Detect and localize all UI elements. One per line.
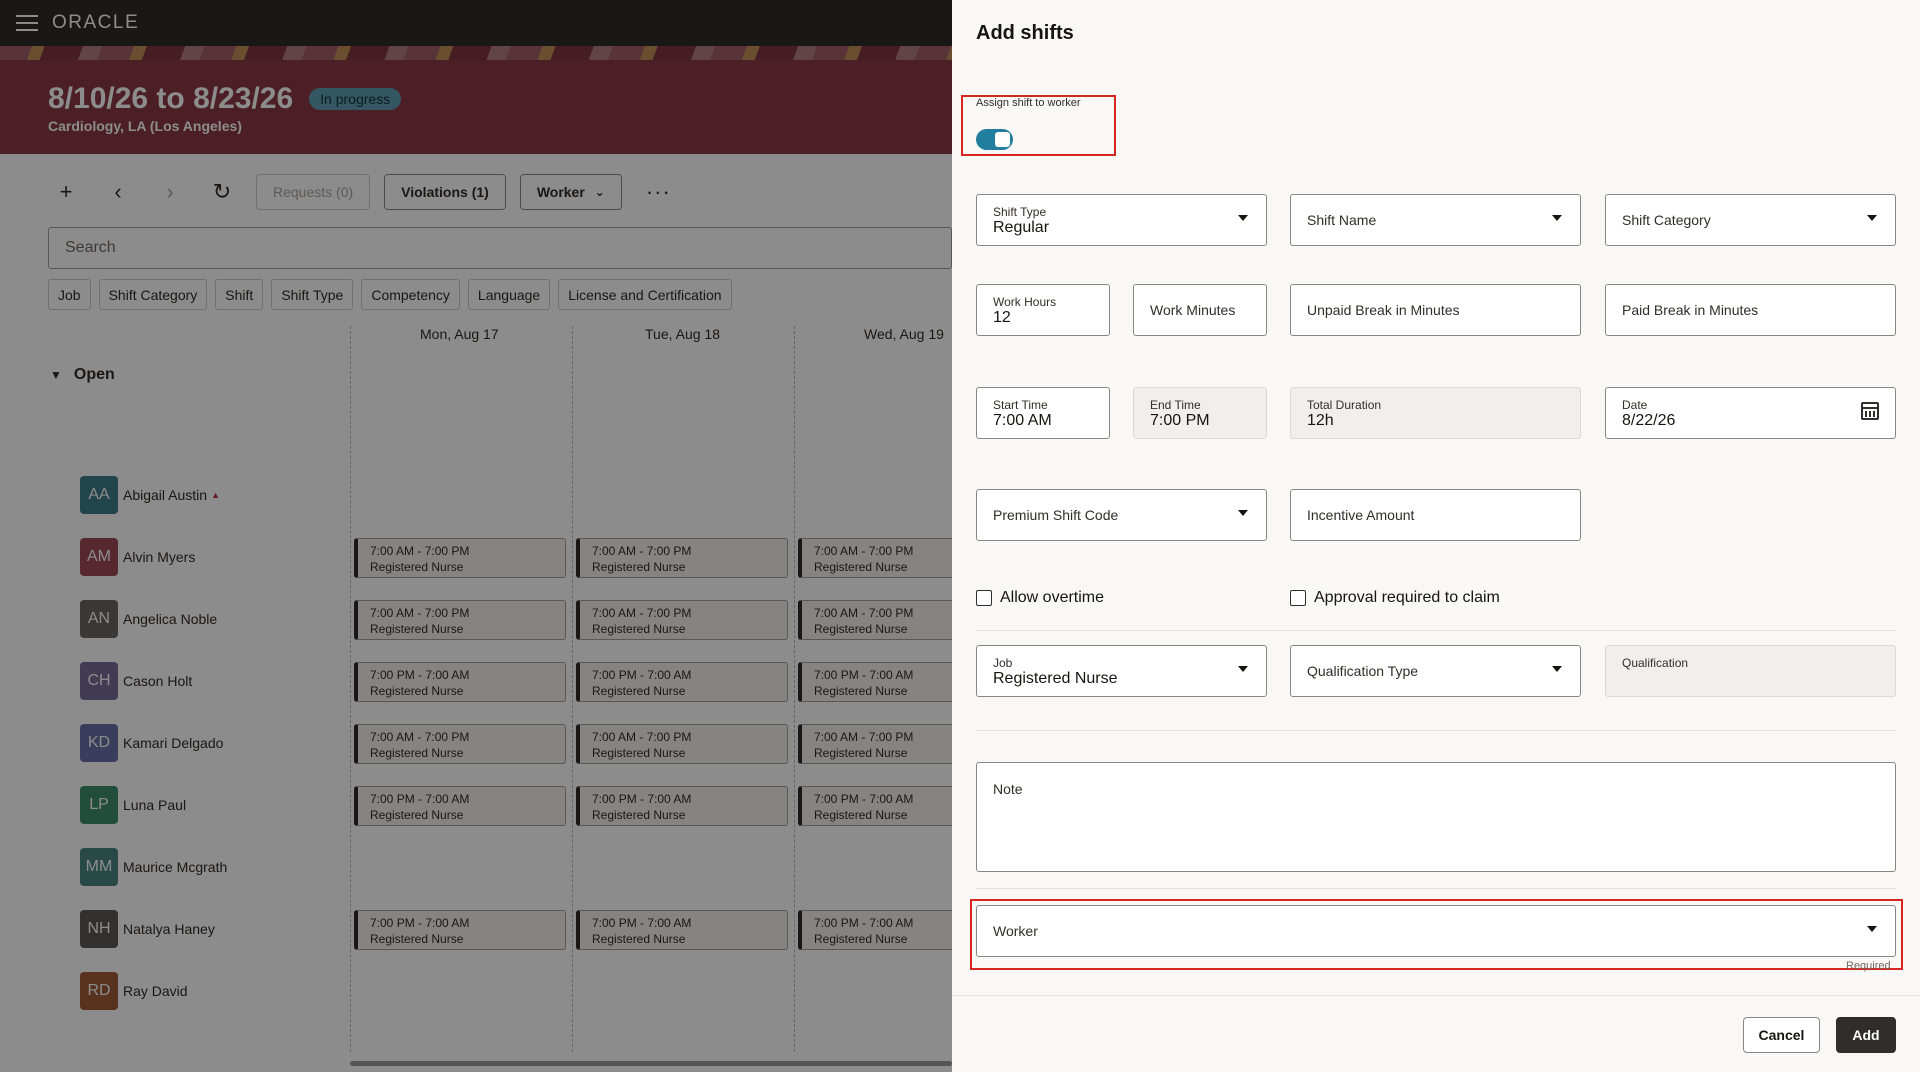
shift-type-label: Shift Type (993, 205, 1047, 219)
shift-category-select[interactable]: Shift Category (1605, 194, 1896, 246)
paid-break-field[interactable]: Paid Break in Minutes (1605, 284, 1896, 336)
worker-select[interactable]: Worker (976, 905, 1896, 957)
assign-shift-label: Assign shift to worker (976, 97, 1081, 109)
dropdown-arrow-icon (1238, 666, 1248, 672)
dropdown-arrow-icon (1867, 215, 1877, 221)
schedule-app: ORACLE 8/10/26 to 8/23/26 In progress Ca… (0, 0, 952, 1072)
job-label: Job (993, 656, 1013, 670)
cancel-button[interactable]: Cancel (1743, 1017, 1820, 1053)
shift-name-label: Shift Name (1307, 212, 1377, 228)
calendar-icon[interactable] (1861, 402, 1879, 420)
work-minutes-label: Work Minutes (1150, 302, 1236, 318)
start-time-field[interactable]: Start Time 7:00 AM (976, 387, 1110, 439)
date-field[interactable]: Date 8/22/26 (1605, 387, 1896, 439)
shift-type-select[interactable]: Shift Type Regular (976, 194, 1267, 246)
shift-category-label: Shift Category (1622, 212, 1711, 228)
unpaid-break-label: Unpaid Break in Minutes (1307, 302, 1460, 318)
shift-type-value: Regular (993, 219, 1050, 236)
work-hours-value: 12 (993, 309, 1011, 326)
qualification-field: Qualification (1605, 645, 1896, 697)
add-shifts-drawer: Add shifts Assign shift to worker Shift … (952, 0, 1920, 1072)
dropdown-arrow-icon (1552, 666, 1562, 672)
qualification-label: Qualification (1622, 656, 1689, 670)
end-time-value: 7:00 PM (1150, 412, 1210, 429)
date-label: Date (1622, 398, 1648, 412)
dropdown-arrow-icon (1238, 215, 1248, 221)
end-time-field: End Time 7:00 PM (1133, 387, 1267, 439)
note-textarea[interactable]: Note (976, 762, 1896, 872)
incentive-amount-field[interactable]: Incentive Amount (1290, 489, 1581, 541)
dropdown-arrow-icon (1238, 510, 1248, 516)
assign-shift-toggle[interactable] (976, 129, 1013, 150)
dropdown-arrow-icon (1867, 926, 1877, 932)
section-divider (976, 630, 1896, 631)
date-value: 8/22/26 (1622, 412, 1676, 429)
section-divider (976, 888, 1896, 889)
modal-overlay[interactable] (0, 0, 952, 1072)
allow-overtime-checkbox[interactable]: Allow overtime (976, 589, 1104, 607)
section-divider (976, 730, 1896, 731)
worker-label: Worker (993, 923, 1038, 939)
premium-shift-code-select[interactable]: Premium Shift Code (976, 489, 1267, 541)
note-label: Note (993, 781, 1023, 797)
qualification-type-select[interactable]: Qualification Type (1290, 645, 1581, 697)
paid-break-label: Paid Break in Minutes (1622, 302, 1759, 318)
total-duration-value: 12h (1307, 412, 1334, 429)
required-hint: Required (1846, 960, 1891, 972)
job-value: Registered Nurse (993, 670, 1118, 687)
job-select[interactable]: Job Registered Nurse (976, 645, 1267, 697)
work-hours-label: Work Hours (993, 295, 1057, 309)
start-time-label: Start Time (993, 398, 1048, 412)
premium-shift-code-label: Premium Shift Code (993, 507, 1119, 523)
dropdown-arrow-icon (1552, 215, 1562, 221)
add-button[interactable]: Add (1836, 1017, 1896, 1053)
approval-required-label: Approval required to claim (1314, 589, 1500, 606)
qualification-type-label: Qualification Type (1307, 663, 1419, 679)
footer-divider (952, 995, 1920, 996)
drawer-title: Add shifts (976, 22, 1074, 44)
unpaid-break-field[interactable]: Unpaid Break in Minutes (1290, 284, 1581, 336)
total-duration-label: Total Duration (1307, 398, 1382, 412)
work-minutes-field[interactable]: Work Minutes (1133, 284, 1267, 336)
allow-overtime-label: Allow overtime (1000, 589, 1105, 606)
checkbox-icon (976, 590, 992, 606)
end-time-label: End Time (1150, 398, 1201, 412)
work-hours-field[interactable]: Work Hours 12 (976, 284, 1110, 336)
approval-required-checkbox[interactable]: Approval required to claim (1290, 589, 1500, 607)
checkbox-icon (1290, 590, 1306, 606)
incentive-amount-label: Incentive Amount (1307, 507, 1415, 523)
start-time-value: 7:00 AM (993, 412, 1052, 429)
total-duration-field: Total Duration 12h (1290, 387, 1581, 439)
shift-name-select[interactable]: Shift Name (1290, 194, 1581, 246)
